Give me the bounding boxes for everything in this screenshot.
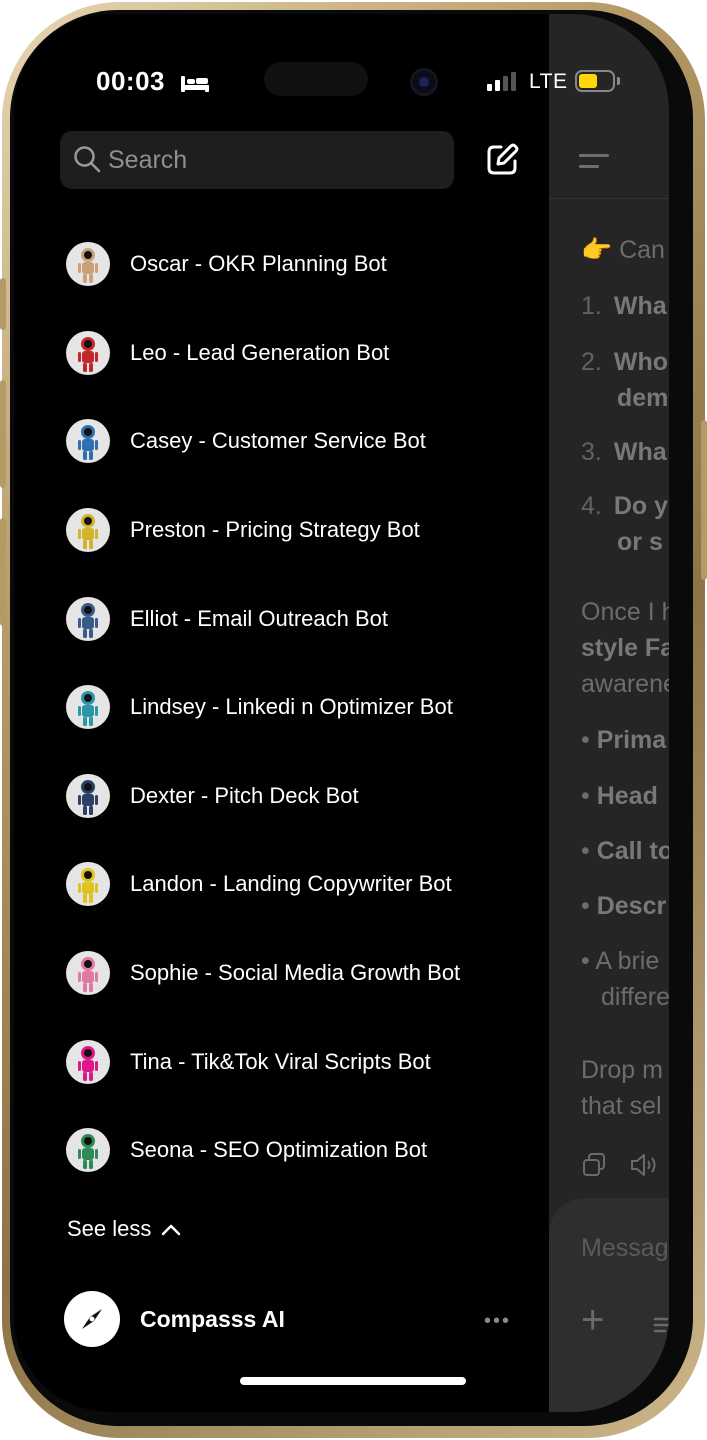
robot-avatar-icon [66, 242, 110, 287]
pointing-hand-icon: 👉 [581, 236, 613, 264]
bot-name: Dexter - Pitch Deck Bot [130, 782, 359, 808]
bot-list-item[interactable]: Elliot - Email Outreach Bot [66, 574, 536, 663]
bot-list-item[interactable]: Dexter - Pitch Deck Bot [66, 752, 536, 841]
camera-icon [410, 68, 438, 96]
chat-list-item: 2. Who [581, 348, 668, 376]
bot-list-item[interactable]: Oscar - OKR Planning Bot [66, 220, 536, 309]
search-bar[interactable] [60, 131, 454, 189]
message-input[interactable]: Messag [581, 1234, 669, 1263]
chat-paragraph-line: Drop m [581, 1056, 663, 1084]
chat-paragraph-line: style Fa [581, 634, 669, 662]
robot-avatar-icon [66, 685, 110, 730]
chat-paragraph-line: awarene [581, 670, 669, 698]
bot-list: Oscar - OKR Planning Bot Leo - Lead Gener… [66, 220, 536, 1195]
new-chat-icon[interactable] [484, 142, 520, 178]
chat-list-item: or s [617, 528, 663, 556]
bot-name: Preston - Pricing Strategy Bot [130, 517, 420, 543]
bot-name: Elliot - Email Outreach Bot [130, 605, 388, 631]
bot-name: Leo - Lead Generation Bot [130, 339, 390, 365]
robot-avatar-icon [66, 773, 110, 818]
bot-list-item[interactable]: Sophie - Social Media Growth Bot [66, 929, 536, 1018]
chat-bullet: • A brie [581, 947, 660, 975]
bot-name: Oscar - OKR Planning Bot [130, 251, 387, 277]
chat-bullet: • Head [581, 782, 658, 810]
bot-name: Lindsey - Linkedi n Optimizer Bot [130, 694, 453, 720]
volume-down-button [0, 518, 6, 626]
bot-list-item[interactable]: Tina - Tik&Tok Viral Scripts Bot [66, 1017, 536, 1106]
chat-paragraph-line: that sel [581, 1092, 662, 1120]
search-input[interactable] [108, 131, 438, 189]
chat-list-item: 3. Wha [581, 438, 667, 466]
chat-paragraph-line: Once I h [581, 598, 669, 626]
copy-icon[interactable] [581, 1152, 607, 1178]
tools-icon[interactable] [653, 1314, 669, 1336]
bot-list-item[interactable]: Casey - Customer Service Bot [66, 397, 536, 486]
compass-logo-icon [64, 1291, 120, 1347]
action-button [0, 278, 6, 330]
bot-list-item[interactable]: Preston - Pricing Strategy Bot [66, 486, 536, 575]
chat-list-item: 4. Do y [581, 492, 669, 520]
chat-bullet: • Prima [581, 726, 667, 754]
chat-intro-line: 👉 Can [581, 236, 665, 264]
see-less-button[interactable]: See less [67, 1216, 181, 1242]
bot-name: Sophie - Social Media Growth Bot [130, 960, 461, 986]
bot-name: Tina - Tik&Tok Viral Scripts Bot [130, 1048, 431, 1074]
volume-up-button [0, 380, 6, 488]
robot-avatar-icon [66, 862, 110, 907]
battery-icon [575, 70, 615, 92]
robot-avatar-icon [66, 951, 110, 996]
robot-avatar-icon [66, 508, 110, 553]
robot-avatar-icon [66, 1128, 110, 1173]
account-row[interactable]: Compasss AI [64, 1291, 285, 1347]
robot-avatar-icon [66, 596, 110, 641]
screen: 👉 Can 1. Wha 2. Who dem 3. Wha 4. Do y or s … [14, 14, 669, 1412]
account-name: Compasss AI [140, 1305, 285, 1332]
dynamic-island [264, 62, 368, 96]
chat-header-divider [549, 198, 669, 199]
message-composer[interactable]: Messag + [549, 1198, 669, 1412]
search-icon [74, 146, 101, 173]
home-indicator[interactable] [240, 1377, 466, 1385]
more-options-icon[interactable]: ••• [484, 1310, 511, 1333]
chat-list-item: dem [617, 384, 669, 412]
menu-icon[interactable] [579, 154, 609, 176]
status-time: 00:03 [96, 66, 165, 96]
bot-name: Landon - Landing Copywriter Bot [130, 871, 452, 897]
chat-bullet: • Call to [581, 837, 669, 865]
bot-name: Casey - Customer Service Bot [130, 428, 426, 454]
chevron-up-icon [162, 1224, 181, 1236]
robot-avatar-icon [66, 1039, 110, 1084]
robot-avatar-icon [66, 419, 110, 464]
robot-avatar-icon [66, 330, 110, 375]
chat-bullet: • Descr [581, 892, 667, 920]
power-button [701, 420, 707, 580]
chat-bullet-continuation: differe [601, 983, 669, 1011]
network-type: LTE [529, 70, 568, 93]
sleep-focus-icon [181, 76, 209, 92]
bot-list-item[interactable]: Seona - SEO Optimization Bot [66, 1106, 536, 1195]
bot-list-item[interactable]: Landon - Landing Copywriter Bot [66, 840, 536, 929]
bot-list-item[interactable]: Leo - Lead Generation Bot [66, 309, 536, 398]
battery-cap [617, 77, 620, 85]
see-less-label: See less [67, 1216, 152, 1241]
signal-strength-icon [487, 72, 516, 91]
plus-icon[interactable]: + [581, 1298, 604, 1343]
chat-list-item: 1. Wha [581, 292, 667, 320]
speaker-icon[interactable] [629, 1152, 659, 1178]
bot-list-item[interactable]: Lindsey - Linkedi n Optimizer Bot [66, 663, 536, 752]
chat-panel[interactable]: 👉 Can 1. Wha 2. Who dem 3. Wha 4. Do y or s … [549, 14, 669, 1412]
bot-name: Seona - SEO Optimization Bot [130, 1137, 428, 1163]
